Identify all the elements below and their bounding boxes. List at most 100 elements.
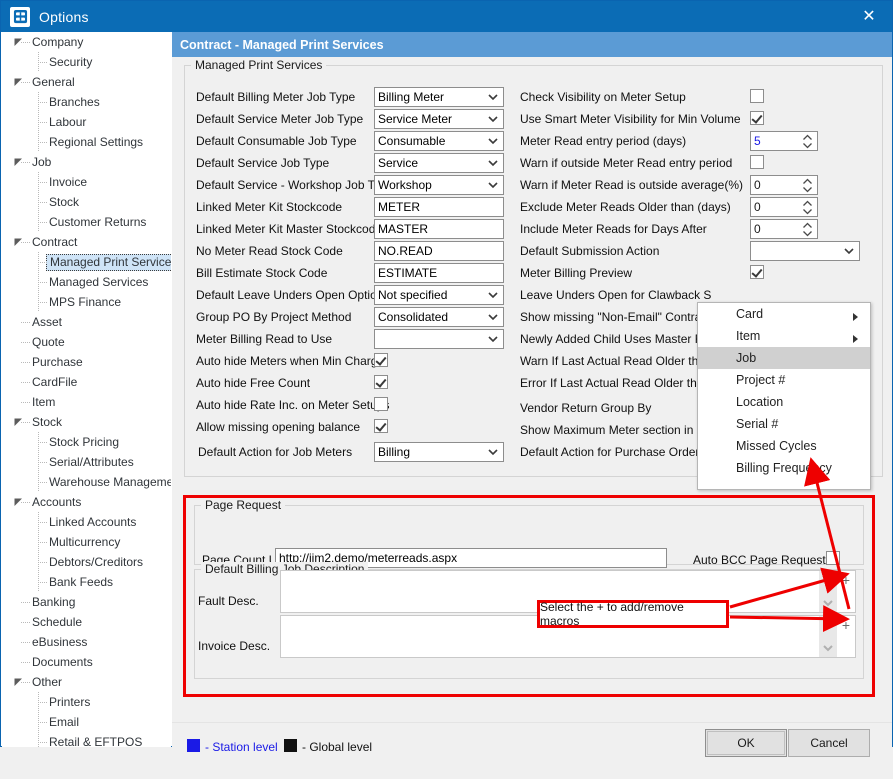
menu-item-job[interactable]: Job (698, 347, 870, 369)
input-no-meter-read-stock-code[interactable]: NO.READ (374, 241, 504, 261)
chevron-down-icon[interactable] (487, 157, 499, 169)
checkbox-meter-billing-preview[interactable] (750, 265, 764, 279)
checkbox-use-smart-meter-visibility-for-min-volume[interactable] (750, 111, 764, 125)
combo-default-consumable-job-type[interactable]: Consumable (374, 131, 504, 151)
menu-item-item[interactable]: Item (698, 325, 870, 347)
chevron-down-icon[interactable] (487, 311, 499, 323)
sidebar-item-branches[interactable]: Branches (2, 92, 171, 112)
sidebar-item-item[interactable]: Item (2, 392, 171, 412)
options-dialog: Options ✕ CompanySecurityGeneralBranches… (0, 0, 893, 747)
checkbox-allow-missing-opening-balance[interactable] (374, 419, 388, 433)
sidebar-item-stock[interactable]: Stock (2, 192, 171, 212)
expand-collapse-icon[interactable] (14, 238, 23, 247)
sidebar-item-retail-eftpos[interactable]: Retail & EFTPOS (2, 732, 171, 747)
sidebar-item-general[interactable]: General (2, 72, 171, 92)
expand-collapse-icon[interactable] (14, 38, 23, 47)
combo-default-submission-action[interactable] (750, 241, 860, 261)
combo-default-billing-meter-job-type[interactable]: Billing Meter (374, 87, 504, 107)
sidebar-item-bank-feeds[interactable]: Bank Feeds (2, 572, 171, 592)
expand-collapse-icon[interactable] (14, 78, 23, 87)
checkbox-warn-if-outside-meter-read-entry-period[interactable] (750, 155, 764, 169)
combo-default-leave-unders-open-option[interactable]: Not specified (374, 285, 504, 305)
sidebar-item-serial-attributes[interactable]: Serial/Attributes (2, 452, 171, 472)
spinner-arrows-icon[interactable] (802, 200, 813, 215)
sidebar-item-email[interactable]: Email (2, 712, 171, 732)
chevron-down-icon[interactable] (487, 333, 499, 345)
checkbox-auto-hide-free-count[interactable] (374, 375, 388, 389)
sidebar-item-ebusiness[interactable]: eBusiness (2, 632, 171, 652)
checkbox-auto-hide-rate-inc-on-meter-setups[interactable] (374, 397, 388, 411)
spinner-arrows-icon[interactable] (802, 178, 813, 193)
sidebar-item-label: eBusiness (32, 635, 87, 649)
spinner-include-meter-reads-for-days-after[interactable]: 0 (750, 219, 818, 239)
menu-item-billing-frequency[interactable]: Billing Frequency (698, 457, 870, 479)
sidebar-item-invoice[interactable]: Invoice (2, 172, 171, 192)
ok-button[interactable]: OK (705, 729, 787, 757)
label-exclude-meter-reads-older-than-days: Exclude Meter Reads Older than (days) (520, 200, 731, 214)
chevron-down-icon[interactable] (487, 179, 499, 191)
sidebar-item-company[interactable]: Company (2, 32, 171, 52)
combo-meter-billing-read-to-use[interactable] (374, 329, 504, 349)
sidebar-item-stock[interactable]: Stock (2, 412, 171, 432)
sidebar-item-asset[interactable]: Asset (2, 312, 171, 332)
combo-default-action-for-job-meters[interactable]: Billing (374, 442, 504, 462)
sidebar-item-printers[interactable]: Printers (2, 692, 171, 712)
menu-item-missed-cycles[interactable]: Missed Cycles (698, 435, 870, 457)
combo-default-service-meter-job-type[interactable]: Service Meter (374, 109, 504, 129)
checkbox-auto-hide-meters-when-min-charge[interactable] (374, 353, 388, 367)
macro-context-menu[interactable]: CardItemJobProject #LocationSerial #Miss… (697, 302, 871, 490)
spinner-arrows-icon[interactable] (802, 222, 813, 237)
sidebar-item-managed-services[interactable]: Managed Services (2, 272, 171, 292)
navigation-tree[interactable]: CompanySecurityGeneralBranchesLabourRegi… (2, 32, 171, 747)
sidebar-item-quote[interactable]: Quote (2, 332, 171, 352)
spinner-warn-if-meter-read-is-outside-average[interactable]: 0 (750, 175, 818, 195)
sidebar-item-debtors-creditors[interactable]: Debtors/Creditors (2, 552, 171, 572)
sidebar-item-stock-pricing[interactable]: Stock Pricing (2, 432, 171, 452)
input-linked-meter-kit-master-stockcode[interactable]: MASTER (374, 219, 504, 239)
input-value: MASTER (378, 222, 428, 236)
sidebar-item-job[interactable]: Job (2, 152, 171, 172)
sidebar-item-other[interactable]: Other (2, 672, 171, 692)
sidebar-item-labour[interactable]: Labour (2, 112, 171, 132)
chevron-down-icon[interactable] (487, 113, 499, 125)
combo-group-po-by-project-method[interactable]: Consolidated (374, 307, 504, 327)
expand-collapse-icon[interactable] (14, 678, 23, 687)
input-linked-meter-kit-stockcode[interactable]: METER (374, 197, 504, 217)
sidebar-item-security[interactable]: Security (2, 52, 171, 72)
sidebar-item-linked-accounts[interactable]: Linked Accounts (2, 512, 171, 532)
menu-item-serial[interactable]: Serial # (698, 413, 870, 435)
close-icon[interactable]: ✕ (846, 1, 892, 32)
sidebar-item-purchase[interactable]: Purchase (2, 352, 171, 372)
chevron-down-icon[interactable] (843, 245, 855, 257)
sidebar-item-warehouse-management[interactable]: Warehouse Management (2, 472, 171, 492)
cancel-button[interactable]: Cancel (788, 729, 870, 757)
menu-item-project[interactable]: Project # (698, 369, 870, 391)
combo-default-service-workshop-job-type[interactable]: Workshop (374, 175, 504, 195)
sidebar-item-managed-print-services[interactable]: Managed Print Services (2, 252, 171, 272)
expand-collapse-icon[interactable] (14, 498, 23, 507)
menu-item-location[interactable]: Location (698, 391, 870, 413)
sidebar-item-schedule[interactable]: Schedule (2, 612, 171, 632)
spinner-meter-read-entry-period-days[interactable]: 5 (750, 131, 818, 151)
sidebar-item-customer-returns[interactable]: Customer Returns (2, 212, 171, 232)
expand-collapse-icon[interactable] (14, 418, 23, 427)
chevron-down-icon[interactable] (487, 91, 499, 103)
sidebar-item-mps-finance[interactable]: MPS Finance (2, 292, 171, 312)
chevron-down-icon[interactable] (487, 446, 499, 458)
input-bill-estimate-stock-code[interactable]: ESTIMATE (374, 263, 504, 283)
spinner-exclude-meter-reads-older-than-days[interactable]: 0 (750, 197, 818, 217)
checkbox-check-visibility-on-meter-setup[interactable] (750, 89, 764, 103)
chevron-down-icon[interactable] (487, 135, 499, 147)
menu-item-card[interactable]: Card (698, 303, 870, 325)
sidebar-item-documents[interactable]: Documents (2, 652, 171, 672)
sidebar-item-accounts[interactable]: Accounts (2, 492, 171, 512)
spinner-arrows-icon[interactable] (802, 134, 813, 149)
sidebar-item-banking[interactable]: Banking (2, 592, 171, 612)
sidebar-item-cardfile[interactable]: CardFile (2, 372, 171, 392)
expand-collapse-icon[interactable] (14, 158, 23, 167)
sidebar-item-regional-settings[interactable]: Regional Settings (2, 132, 171, 152)
sidebar-item-contract[interactable]: Contract (2, 232, 171, 252)
chevron-down-icon[interactable] (487, 289, 499, 301)
sidebar-item-multicurrency[interactable]: Multicurrency (2, 532, 171, 552)
combo-default-service-job-type[interactable]: Service (374, 153, 504, 173)
